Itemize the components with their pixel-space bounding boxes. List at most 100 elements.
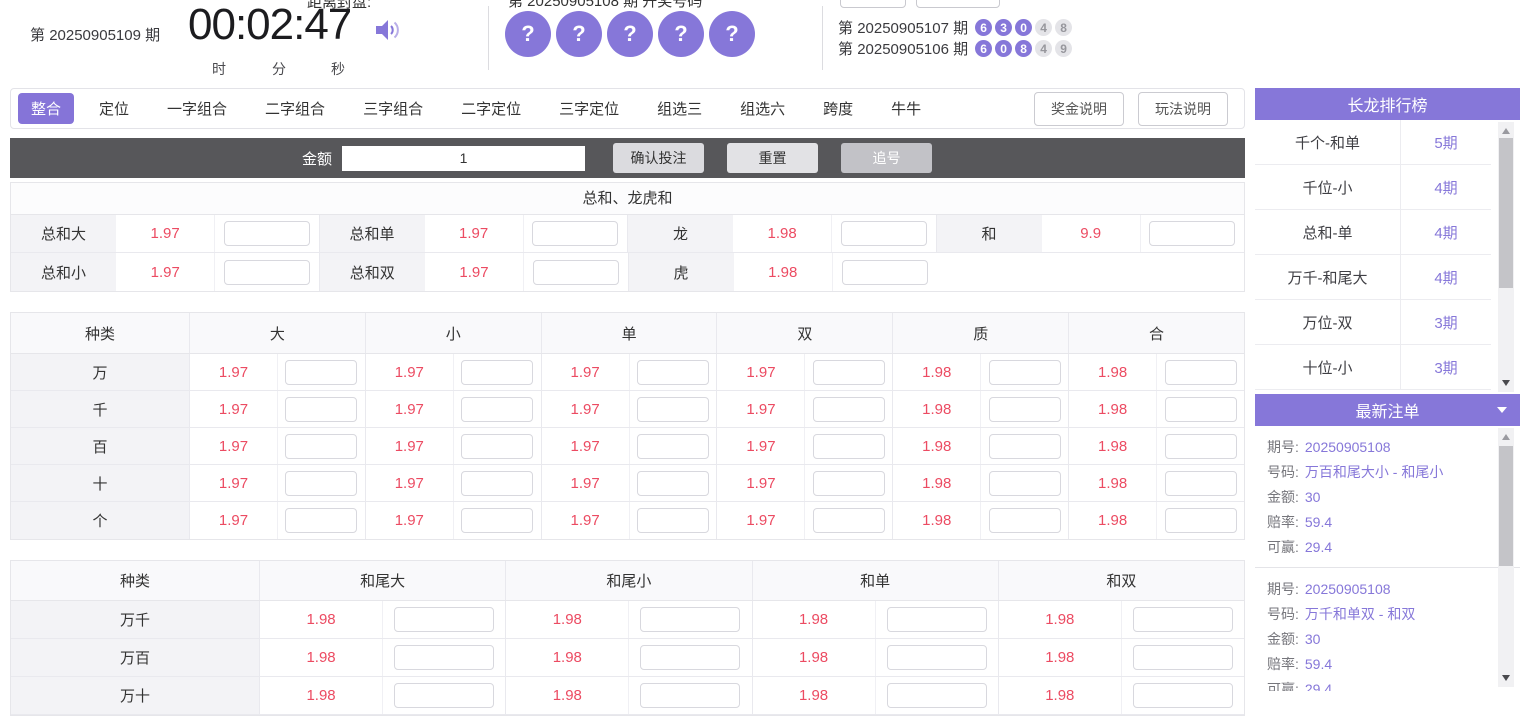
bet-odds[interactable]: 1.98 <box>260 601 382 638</box>
bet-input[interactable] <box>640 645 741 670</box>
bet-input[interactable] <box>841 259 928 285</box>
bet-input[interactable] <box>394 607 495 632</box>
bet-input[interactable] <box>285 470 358 496</box>
bet-odds[interactable]: 1.97 <box>717 354 804 390</box>
speaker-icon[interactable] <box>374 17 402 48</box>
bet-input[interactable] <box>640 607 741 632</box>
bet-input[interactable] <box>840 221 927 246</box>
bet-input[interactable] <box>812 433 885 459</box>
bet-odds[interactable]: 1.97 <box>542 391 629 427</box>
tab-erzi-dingwei[interactable]: 二字定位 <box>457 93 525 124</box>
clipped-button-right[interactable] <box>916 0 1000 8</box>
bet-input[interactable] <box>1164 470 1237 496</box>
bet-odds[interactable]: 1.98 <box>999 677 1121 714</box>
bet-odds[interactable]: 1.98 <box>999 601 1121 638</box>
bet-odds[interactable]: 1.97 <box>190 428 277 464</box>
bet-odds[interactable]: 1.98 <box>893 465 980 501</box>
bet-input[interactable] <box>637 508 710 533</box>
bet-input[interactable] <box>637 359 710 385</box>
bet-odds[interactable]: 1.97 <box>542 465 629 501</box>
bet-input[interactable] <box>461 396 534 422</box>
bet-input[interactable] <box>461 433 534 459</box>
bet-input[interactable] <box>285 433 358 459</box>
bet-odds[interactable]: 1.97 <box>366 391 453 427</box>
ranking-scrollbar[interactable] <box>1498 122 1514 392</box>
bet-odds[interactable]: 1.98 <box>893 354 980 390</box>
bet-input[interactable] <box>1149 221 1236 246</box>
bet-input[interactable] <box>1164 359 1237 385</box>
bet-input[interactable] <box>988 470 1061 496</box>
bet-input[interactable] <box>637 396 710 422</box>
bet-input[interactable] <box>285 396 358 422</box>
bet-input[interactable] <box>988 433 1061 459</box>
bet-input[interactable] <box>394 683 495 708</box>
bet-input[interactable] <box>812 470 885 496</box>
bet-odds[interactable]: 1.97 <box>190 391 277 427</box>
bet-odds[interactable]: 1.97 <box>190 354 277 390</box>
tab-zuxuan-san[interactable]: 组选三 <box>653 93 706 124</box>
bet-input[interactable] <box>988 508 1061 533</box>
scroll-down-icon[interactable] <box>1498 671 1514 685</box>
bet-odds[interactable]: 1.97 <box>717 391 804 427</box>
bet-odds[interactable]: 1.97 <box>425 253 523 291</box>
bet-odds[interactable]: 1.97 <box>366 465 453 501</box>
tab-niuniu[interactable]: 牛牛 <box>887 93 925 124</box>
bet-input[interactable] <box>1132 607 1233 632</box>
bet-input[interactable] <box>224 259 311 285</box>
scroll-down-icon[interactable] <box>1498 376 1514 390</box>
bet-odds[interactable]: 1.97 <box>366 428 453 464</box>
scrollbar-thumb[interactable] <box>1499 446 1513 566</box>
bet-odds[interactable]: 1.97 <box>717 502 804 539</box>
amount-input[interactable] <box>342 145 586 171</box>
bet-input[interactable] <box>988 359 1061 385</box>
tab-sanzi-dingwei[interactable]: 三字定位 <box>555 93 623 124</box>
tab-yizi-zuhe[interactable]: 一字组合 <box>163 93 231 124</box>
tab-erzi-zuhe[interactable]: 二字组合 <box>261 93 329 124</box>
bet-input[interactable] <box>532 221 619 246</box>
ranking-row[interactable]: 千个-和单 5期 <box>1255 120 1491 165</box>
bet-input[interactable] <box>1164 396 1237 422</box>
bet-input[interactable] <box>461 359 534 385</box>
bonus-info-button[interactable]: 奖金说明 <box>1034 91 1124 126</box>
tab-zuxuan-liu[interactable]: 组选六 <box>736 93 789 124</box>
bet-odds[interactable]: 1.98 <box>506 601 628 638</box>
bet-input[interactable] <box>637 433 710 459</box>
bet-input[interactable] <box>461 470 534 496</box>
reset-button[interactable]: 重置 <box>727 143 819 173</box>
bet-odds[interactable]: 1.98 <box>893 502 980 539</box>
bet-odds[interactable]: 1.97 <box>717 428 804 464</box>
clipped-button-left[interactable] <box>840 0 906 8</box>
bet-input[interactable] <box>637 470 710 496</box>
bet-odds[interactable]: 1.98 <box>753 639 875 676</box>
bet-input[interactable] <box>1132 683 1233 708</box>
confirm-bet-button[interactable]: 确认投注 <box>613 143 705 173</box>
bet-input[interactable] <box>886 607 987 632</box>
bet-input[interactable] <box>988 396 1061 422</box>
bet-input[interactable] <box>285 359 358 385</box>
tab-dingwei[interactable]: 定位 <box>95 93 133 124</box>
ranking-row[interactable]: 总和-单 4期 <box>1255 210 1491 255</box>
bet-odds[interactable]: 1.98 <box>1069 354 1156 390</box>
bet-input[interactable] <box>812 508 885 533</box>
bet-input[interactable] <box>1164 433 1237 459</box>
bet-input[interactable] <box>812 396 885 422</box>
bet-odds[interactable]: 1.98 <box>506 677 628 714</box>
bet-input[interactable] <box>532 259 619 285</box>
tab-kuadu[interactable]: 跨度 <box>819 93 857 124</box>
bet-odds[interactable]: 1.97 <box>366 502 453 539</box>
bet-odds[interactable]: 1.98 <box>893 391 980 427</box>
bet-odds[interactable]: 1.97 <box>542 354 629 390</box>
bet-odds[interactable]: 1.98 <box>1069 428 1156 464</box>
ranking-row[interactable]: 十位-小 3期 <box>1255 345 1491 390</box>
bet-odds[interactable]: 1.98 <box>1069 391 1156 427</box>
bet-odds[interactable]: 1.97 <box>190 502 277 539</box>
bet-odds[interactable]: 1.97 <box>190 465 277 501</box>
bet-odds[interactable]: 1.98 <box>260 677 382 714</box>
ranking-row[interactable]: 千位-小 4期 <box>1255 165 1491 210</box>
bet-input[interactable] <box>1164 508 1237 533</box>
bet-odds[interactable]: 1.97 <box>116 253 214 291</box>
bet-input[interactable] <box>812 359 885 385</box>
ranking-row[interactable]: 万位-双 3期 <box>1255 300 1491 345</box>
bet-odds[interactable]: 1.98 <box>506 639 628 676</box>
orders-scrollbar[interactable] <box>1498 428 1514 687</box>
